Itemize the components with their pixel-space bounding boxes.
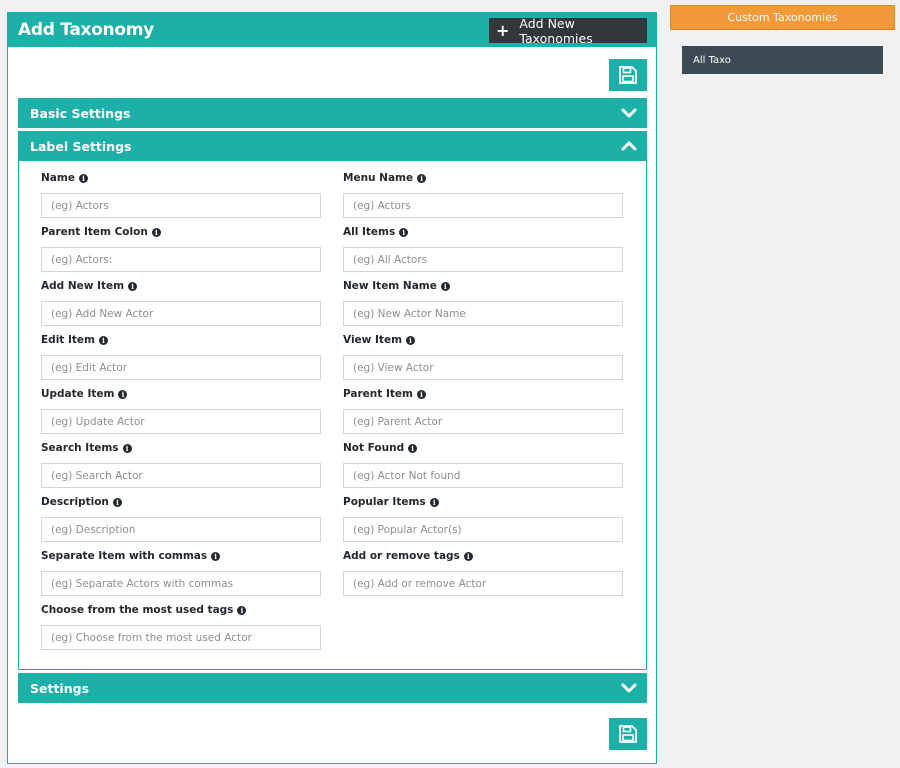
field-name: Name i bbox=[41, 171, 323, 218]
field-label: New Item Name bbox=[343, 280, 437, 292]
label-settings-panel: Namei Menu Namei Parent Item Coloni All … bbox=[18, 161, 647, 670]
field-menu-name: Menu Name i bbox=[343, 171, 625, 218]
field-label: Popular Items bbox=[343, 496, 426, 508]
label-settings-toggle[interactable]: Label Settings bbox=[18, 131, 647, 161]
menu-name-input[interactable] bbox=[343, 193, 623, 218]
info-icon[interactable]: i bbox=[112, 497, 122, 507]
field-all-items: All Items i bbox=[343, 225, 625, 272]
field-label: Update Item bbox=[41, 388, 115, 400]
info-icon[interactable]: i bbox=[98, 335, 108, 345]
panel-header: Add Taxonomy + Add New Taxonomies bbox=[8, 13, 656, 47]
field-label: Not Found bbox=[343, 442, 405, 454]
field-separate-item-with-commas: Separate Item with commas i bbox=[41, 549, 323, 596]
field-label: Add New Item bbox=[41, 280, 125, 292]
add-taxonomy-panel: Add Taxonomy + Add New Taxonomies Basic … bbox=[7, 12, 657, 764]
choose-from-most-used-input[interactable] bbox=[41, 625, 321, 650]
info-icon[interactable]: i bbox=[417, 173, 427, 183]
popular-items-input[interactable] bbox=[343, 517, 623, 542]
parent-item-input[interactable] bbox=[343, 409, 623, 434]
field-not-found: Not Found i bbox=[343, 441, 625, 488]
floppy-disk-icon bbox=[619, 725, 637, 743]
field-parent-item-colon: Parent Item Colon i bbox=[41, 225, 323, 272]
field-label: Search Items bbox=[41, 442, 119, 454]
custom-taxonomies-button[interactable]: Custom Taxonomies bbox=[670, 5, 895, 30]
field-add-new-item: Add New Item i bbox=[41, 279, 323, 326]
not-found-input[interactable] bbox=[343, 463, 623, 488]
field-label: Description bbox=[41, 496, 109, 508]
info-icon[interactable]: i bbox=[463, 551, 473, 561]
info-icon[interactable]: i bbox=[408, 443, 418, 453]
field-update-item: Update Item i bbox=[41, 387, 323, 434]
parent-item-colon-input[interactable] bbox=[41, 247, 321, 272]
info-icon[interactable]: i bbox=[151, 227, 161, 237]
basic-settings-toggle[interactable]: Basic Settings bbox=[18, 98, 647, 128]
chevron-up-icon bbox=[621, 141, 637, 151]
save-button-bottom[interactable] bbox=[609, 718, 647, 750]
info-icon[interactable]: i bbox=[128, 281, 138, 291]
field-label: Parent Item bbox=[343, 388, 413, 400]
field-label: View Item bbox=[343, 334, 403, 346]
info-icon[interactable]: i bbox=[211, 551, 221, 561]
description-input[interactable] bbox=[41, 517, 321, 542]
field-parent-item: Parent Item i bbox=[343, 387, 625, 434]
settings-label: Settings bbox=[30, 680, 90, 696]
chevron-down-icon bbox=[621, 683, 637, 693]
field-new-item-name: New Item Name i bbox=[343, 279, 625, 326]
field-label: All Items bbox=[343, 226, 396, 238]
info-icon[interactable]: i bbox=[406, 335, 416, 345]
field-edit-item: Edit Item i bbox=[41, 333, 323, 380]
name-input[interactable] bbox=[41, 193, 321, 218]
field-description: Description i bbox=[41, 495, 323, 542]
field-view-item: View Item i bbox=[343, 333, 625, 380]
info-icon[interactable]: i bbox=[237, 605, 247, 615]
field-popular-items: Popular Items i bbox=[343, 495, 625, 542]
add-new-taxonomies-label: Add New Taxonomies bbox=[519, 15, 593, 46]
add-new-item-input[interactable] bbox=[41, 301, 321, 326]
add-or-remove-tags-input[interactable] bbox=[343, 571, 623, 596]
page-title: Add Taxonomy bbox=[18, 20, 154, 40]
add-new-taxonomies-button[interactable]: + Add New Taxonomies bbox=[489, 15, 647, 46]
info-icon[interactable]: i bbox=[416, 389, 426, 399]
update-item-input[interactable] bbox=[41, 409, 321, 434]
field-choose-from-most-used: Choose from the most used tags i bbox=[41, 603, 323, 650]
settings-toggle[interactable]: Settings bbox=[18, 673, 647, 703]
info-icon[interactable]: i bbox=[429, 497, 439, 507]
info-icon[interactable]: i bbox=[118, 389, 128, 399]
info-icon[interactable]: i bbox=[399, 227, 409, 237]
info-icon[interactable]: i bbox=[78, 173, 88, 183]
field-search-items: Search Items i bbox=[41, 441, 323, 488]
field-label: Name bbox=[41, 172, 75, 184]
field-label: Add or remove tags bbox=[343, 550, 460, 562]
save-button-top[interactable] bbox=[609, 59, 647, 91]
plus-icon: + bbox=[496, 20, 510, 40]
new-item-name-input[interactable] bbox=[343, 301, 623, 326]
field-add-or-remove-tags: Add or remove tags i bbox=[343, 549, 625, 596]
field-label: Choose from the most used tags bbox=[41, 604, 234, 616]
label-settings-label: Label Settings bbox=[30, 138, 132, 154]
search-items-input[interactable] bbox=[41, 463, 321, 488]
info-icon[interactable]: i bbox=[440, 281, 450, 291]
edit-item-input[interactable] bbox=[41, 355, 321, 380]
separate-items-input[interactable] bbox=[41, 571, 321, 596]
field-label: Parent Item Colon bbox=[41, 226, 148, 238]
sidebar-item-all-taxo[interactable]: All Taxo bbox=[682, 46, 883, 74]
floppy-disk-icon bbox=[619, 66, 637, 84]
field-label: Separate Item with commas bbox=[41, 550, 208, 562]
chevron-down-icon bbox=[621, 108, 637, 118]
field-label: Edit Item bbox=[41, 334, 95, 346]
info-icon[interactable]: i bbox=[122, 443, 132, 453]
view-item-input[interactable] bbox=[343, 355, 623, 380]
field-label: Menu Name bbox=[343, 172, 414, 184]
all-items-input[interactable] bbox=[343, 247, 623, 272]
basic-settings-label: Basic Settings bbox=[30, 105, 131, 121]
